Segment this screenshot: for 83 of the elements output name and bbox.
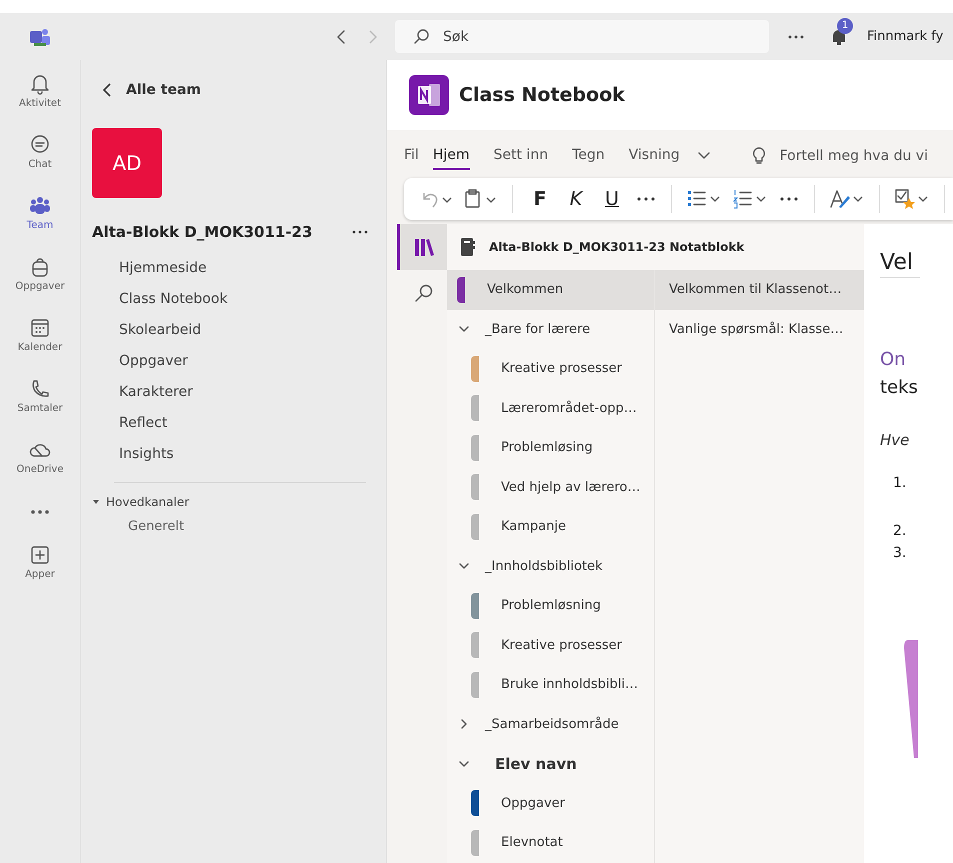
team-tab[interactable]: Skolearbeid <box>119 315 386 346</box>
rail-button[interactable]: Apper <box>5 541 75 602</box>
section-item[interactable]: Kampanje <box>447 507 654 546</box>
section-group[interactable]: _Samarbeidsområde <box>485 716 619 732</box>
section-item[interactable]: Kreative prosesser <box>447 626 654 665</box>
notebook-name[interactable]: Alta-Blokk D_MOK3011-23 Notatblokk <box>489 240 744 254</box>
page-item[interactable]: Velkommen til Klassenot… <box>655 270 864 310</box>
clipboard-icon[interactable] <box>464 188 498 210</box>
page-text: On <box>880 348 907 372</box>
team-avatar: AD <box>92 128 162 198</box>
chevron-down-icon[interactable] <box>698 152 710 160</box>
tell-me-field[interactable]: Fortell meg hva du vi <box>780 148 928 164</box>
account-name[interactable]: Finnmark fy <box>867 29 944 44</box>
onenote-logo-icon <box>409 75 449 115</box>
chevron-down-icon[interactable] <box>459 758 469 769</box>
team-name: Alta-Blokk D_MOK3011-23 <box>92 223 312 241</box>
page-text: Hve <box>880 430 910 451</box>
lightbulb-icon <box>752 147 766 165</box>
rail-button[interactable]: Team <box>5 192 75 253</box>
search-field[interactable]: Søk <box>395 20 769 53</box>
team-tab[interactable]: Oppgaver <box>119 346 386 377</box>
list-number: 1. <box>893 474 908 493</box>
teams-logo-icon <box>28 26 52 46</box>
rail-button[interactable]: Kalender <box>5 314 75 375</box>
rail-button[interactable]: OneDrive <box>5 436 75 497</box>
page-item[interactable]: Vanlige spørsmål: Klasse… <box>655 310 864 349</box>
team-icon <box>29 195 51 217</box>
ribbon-tab[interactable]: Tegn <box>572 142 605 170</box>
chevron-down-icon[interactable] <box>459 561 469 572</box>
notebook-icon <box>461 238 475 256</box>
list-number: 2. <box>893 522 908 541</box>
ribbon-tab[interactable]: Fil <box>404 142 419 170</box>
team-tab[interactable]: Class Notebook <box>119 284 386 315</box>
channel-item[interactable]: Generelt <box>128 519 386 534</box>
team-tab[interactable]: Karakterer <box>119 377 386 408</box>
section-item[interactable]: Bruke innholdsbibli… <box>447 665 654 704</box>
section-item[interactable]: Velkommen <box>447 270 654 310</box>
channel-group[interactable]: Hovedkanaler <box>92 495 190 509</box>
section-item[interactable]: Oppgaver <box>447 784 654 823</box>
format-button[interactable]: F <box>525 188 555 210</box>
section-group[interactable]: Elev navn <box>495 754 577 773</box>
rail-button[interactable]: Samtaler <box>5 375 75 436</box>
page-text: teks <box>880 376 919 400</box>
section-group[interactable]: _Bare for lærere <box>485 322 590 337</box>
team-tab[interactable]: Hjemmeside <box>119 253 386 284</box>
rail-button[interactable]: Chat <box>5 131 75 192</box>
ribbon-tab[interactable]: Hjem <box>432 142 470 170</box>
chevron-down-icon[interactable] <box>459 324 469 334</box>
more-icon[interactable] <box>787 34 805 40</box>
library-icon <box>412 237 434 257</box>
notebooks-button[interactable] <box>397 224 447 270</box>
more-icon[interactable] <box>352 230 368 234</box>
add-app-icon <box>29 544 51 566</box>
section-group[interactable]: _Innholdsbibliotek <box>485 558 603 574</box>
rail-button[interactable]: Oppgaver <box>5 253 75 314</box>
section-item[interactable]: Elevnotat <box>447 823 654 862</box>
checkbox-star-icon[interactable] <box>894 188 930 210</box>
pen-style-icon[interactable] <box>829 188 865 210</box>
page-title: Vel <box>880 250 920 278</box>
notification-badge: 1 <box>837 18 853 34</box>
search-icon <box>414 283 434 303</box>
section-item[interactable]: Problemløsning <box>447 586 654 626</box>
ribbon-tab[interactable]: Sett inn <box>494 142 548 170</box>
bell-icon <box>29 73 51 95</box>
ribbon-tab[interactable]: Visning <box>628 142 680 170</box>
format-button[interactable]: K <box>561 188 591 210</box>
back-link[interactable]: Alle team <box>102 82 202 98</box>
format-button[interactable]: U <box>597 188 627 210</box>
team-tab[interactable]: Insights <box>119 439 386 470</box>
section-item[interactable]: Kreative prosesser <box>447 349 654 388</box>
search-icon <box>413 28 431 46</box>
section-item[interactable]: Ved hjelp av lærero… <box>447 468 654 507</box>
more-icon[interactable] <box>29 509 51 515</box>
team-tab[interactable]: Reflect <box>119 408 386 439</box>
numbered-list-icon[interactable] <box>732 188 768 210</box>
app-title: Class Notebook <box>459 84 625 106</box>
chevron-right-icon[interactable] <box>459 719 469 730</box>
calendar-icon <box>29 317 51 339</box>
list-number: 3. <box>893 544 908 563</box>
section-item[interactable]: Lærerområdet-opp… <box>447 388 654 428</box>
caret-icon <box>92 498 100 506</box>
section-item[interactable]: Problemløsing <box>447 428 654 468</box>
rail-button[interactable]: Aktivitet <box>5 70 75 131</box>
